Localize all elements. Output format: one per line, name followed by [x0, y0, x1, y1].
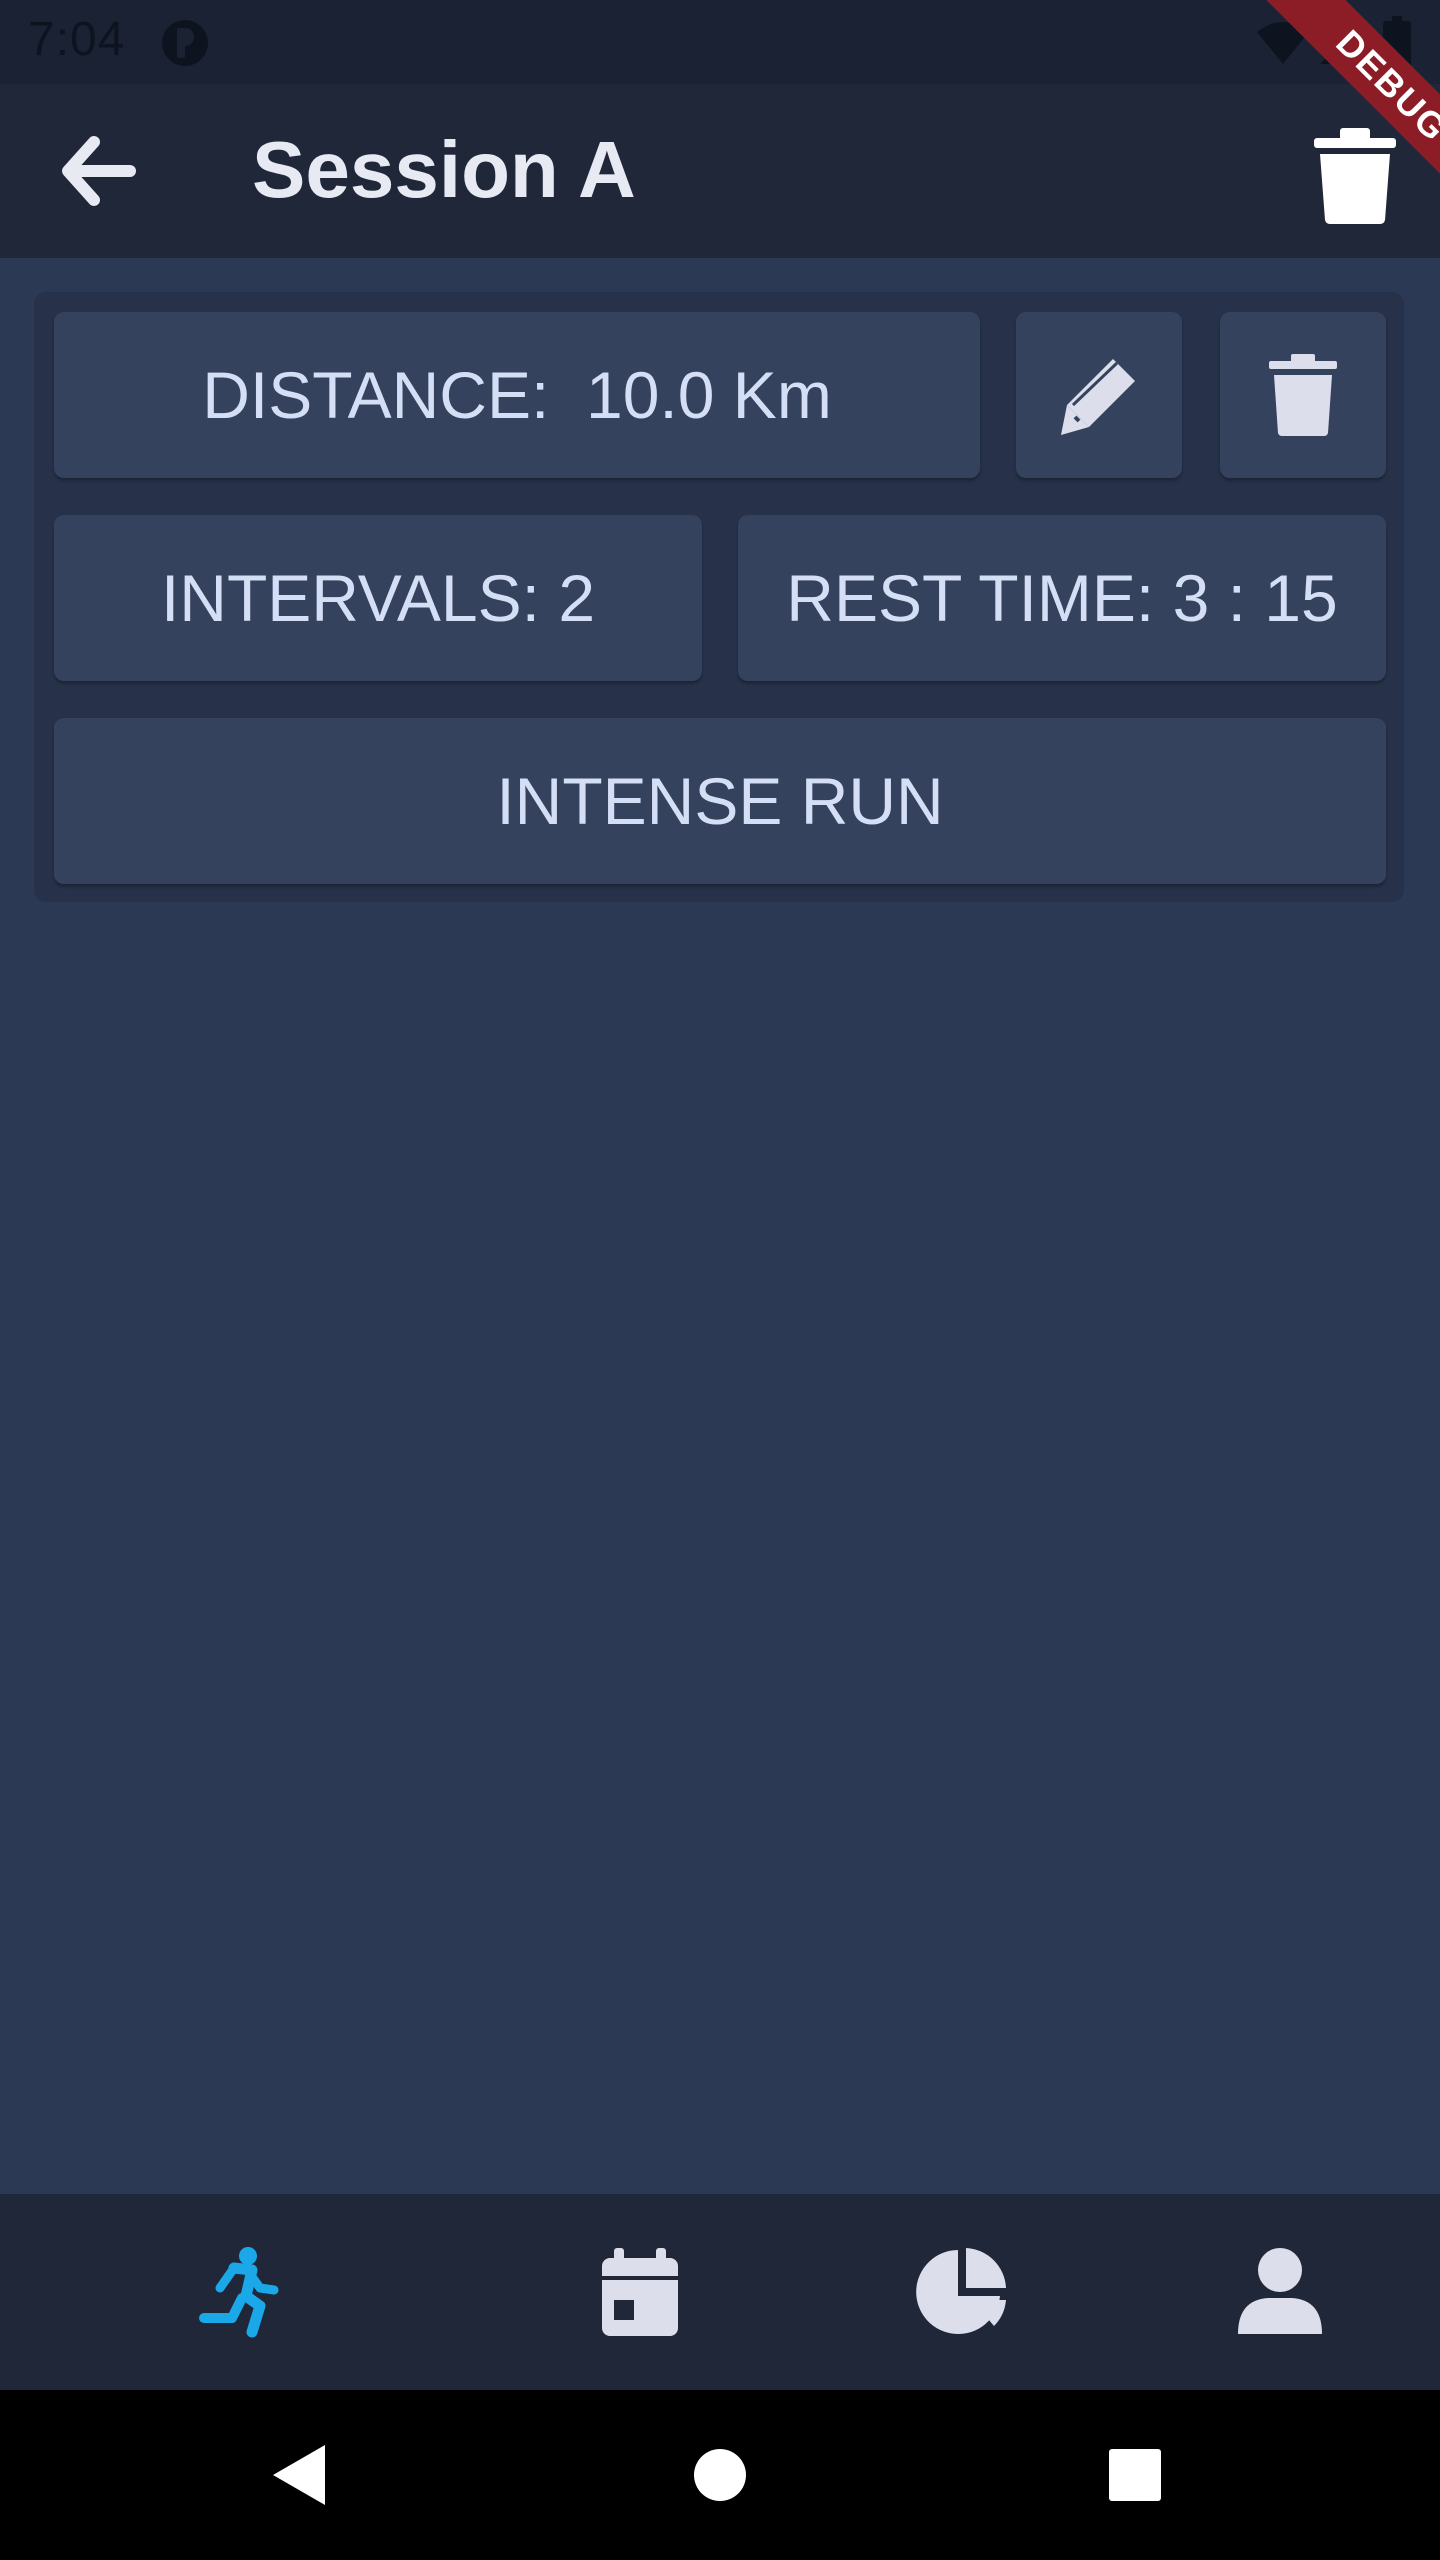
- delete-session-button[interactable]: [1310, 124, 1400, 224]
- status-bar: 7:04: [0, 0, 1440, 84]
- distance-tile[interactable]: DISTANCE: 10.0 Km: [54, 312, 980, 478]
- nav-item-profile[interactable]: [1220, 2232, 1340, 2352]
- calendar-icon: [602, 2248, 678, 2336]
- nav-item-stats[interactable]: [902, 2232, 1022, 2352]
- cell-signal-icon: [1320, 20, 1364, 64]
- system-navigation-bar: [0, 2390, 1440, 2560]
- intervals-tile[interactable]: INTERVALS: 2: [54, 515, 702, 681]
- distance-label: DISTANCE: 10.0 Km: [202, 358, 832, 432]
- session-type-label: INTENSE RUN: [496, 764, 944, 838]
- home-circle-icon: [694, 2449, 746, 2501]
- app-notification-icon: [162, 20, 208, 66]
- recents-square-icon: [1109, 2449, 1161, 2501]
- trash-icon: [1269, 354, 1337, 436]
- session-card: DISTANCE: 10.0 Km INTERVALS: 2 REST TIME…: [34, 292, 1404, 902]
- back-button[interactable]: [44, 126, 154, 216]
- system-back-button[interactable]: [254, 2430, 344, 2520]
- intervals-label: INTERVALS: 2: [160, 561, 596, 635]
- running-person-icon: [199, 2247, 279, 2338]
- app-bar: Session A: [0, 84, 1440, 258]
- content-area: [0, 902, 1440, 2194]
- rest-time-label: REST TIME: 3 : 15: [786, 561, 1338, 635]
- pencil-icon: [1061, 359, 1135, 435]
- page-title: Session A: [252, 125, 636, 214]
- user-icon: [1238, 2248, 1322, 2334]
- session-type-tile[interactable]: INTENSE RUN: [54, 718, 1386, 884]
- delete-interval-button[interactable]: [1220, 312, 1386, 478]
- bottom-navigation: [0, 2194, 1440, 2390]
- back-triangle-icon: [273, 2445, 325, 2505]
- system-home-button[interactable]: [675, 2430, 765, 2520]
- trash-icon: [1314, 128, 1396, 224]
- nav-item-run[interactable]: [178, 2232, 298, 2352]
- wifi-icon: [1257, 22, 1309, 64]
- nav-item-calendar[interactable]: [580, 2232, 700, 2352]
- rest-time-tile[interactable]: REST TIME: 3 : 15: [738, 515, 1386, 681]
- arrow-left-icon: [62, 136, 136, 206]
- system-recents-button[interactable]: [1090, 2430, 1180, 2520]
- battery-icon: [1383, 16, 1411, 68]
- status-time: 7:04: [28, 13, 126, 66]
- edit-session-button[interactable]: [1016, 312, 1182, 478]
- pie-chart-icon: [916, 2248, 1006, 2334]
